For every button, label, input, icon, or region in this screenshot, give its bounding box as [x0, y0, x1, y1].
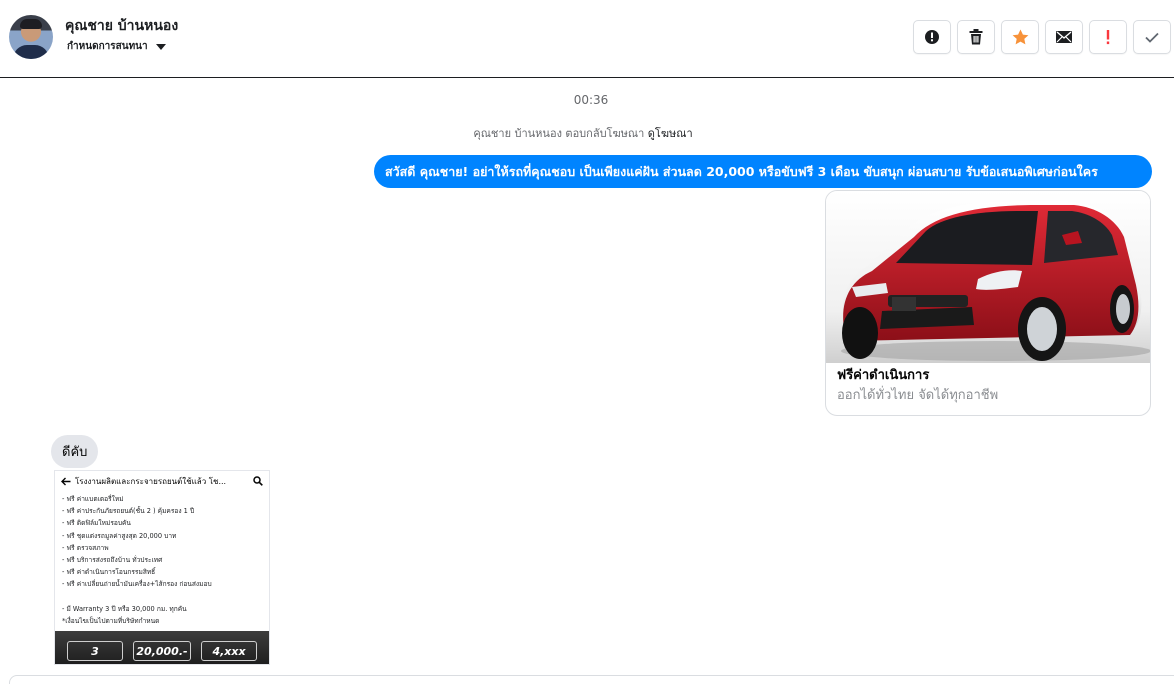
- incoming-message-bubble: ดีคับ: [51, 435, 99, 468]
- mark-done-button[interactable]: [1133, 20, 1171, 54]
- ad-title: ฟรีค่าดำเนินการ: [837, 368, 930, 383]
- search-icon: [253, 476, 263, 486]
- alert-circle-icon: [925, 30, 939, 44]
- promo-box-months: 3: [67, 641, 123, 661]
- red-car-illustration: [826, 191, 1150, 363]
- list-item: - ฟรี ชุดแต่งรถมูลค่าสูงสุด 20,000 บาท: [62, 531, 177, 540]
- list-item: - ฟรี ค่าเปลี่ยนถ่ายน้ำมันเครื่อง+ไส้กรอ…: [62, 580, 212, 589]
- view-ad-link[interactable]: ดูโฆษณา: [648, 127, 693, 140]
- list-item: - ฟรี ตรวจสภาพ: [62, 543, 109, 552]
- promo-box-discount-value: 20,000.-: [136, 644, 188, 658]
- ad-subtitle: ออกได้ทั่วไทย จัดได้ทุกอาชีพ: [837, 388, 999, 403]
- ad-card[interactable]: ฟรีค่าดำเนินการ ออกได้ทั่วไทย จัดได้ทุกอ…: [825, 190, 1151, 416]
- message-composer[interactable]: [9, 675, 1174, 684]
- star-icon: [1012, 29, 1028, 45]
- message-timestamp: 00:36: [573, 93, 609, 107]
- list-item: - ฟรี ค่าแบตเตอรี่ใหม่: [62, 495, 124, 503]
- screenshot-title: โรงงานผลิตและกระจายรถยนต์ใช้แล้ว โช...: [75, 476, 227, 486]
- mark-unread-button[interactable]: [1045, 20, 1083, 54]
- ad-car-image: [826, 191, 1150, 363]
- contact-name[interactable]: คุณชาย บ้านหนอง: [65, 15, 178, 37]
- conversation-header: คุณชาย บ้านหนอง กำหนดการสนทนา: [0, 0, 1174, 78]
- incoming-message-text: ดีคับ: [62, 445, 88, 460]
- list-item: - ฟรี บริการส่งรถถึงบ้าน ทั่วประเทศ: [62, 556, 163, 565]
- outgoing-message-text: สวัสดี คุณชาย! อย่าให้รถที่คุณชอบ เป็นเพ…: [385, 163, 1098, 179]
- screenshot-text-list: - ฟรี ค่าแบตเตอรี่ใหม่ - ฟรี ค่าประกันภั…: [62, 493, 262, 627]
- delete-button[interactable]: [957, 20, 995, 54]
- outgoing-message-bubble: สวัสดี คุณชาย! อย่าให้รถที่คุณชอบ เป็นเพ…: [374, 155, 1152, 188]
- follow-up-button[interactable]: [1089, 20, 1127, 54]
- ad-reply-text: คุณชาย บ้านหนอง ตอบกลับโฆษณา: [473, 127, 645, 140]
- list-item: *เงื่อนไขเป็นไปตามที่บริษัทกำหนด: [62, 617, 160, 626]
- exclamation-icon: [1106, 30, 1110, 45]
- inbox-conversation: คุณชาย บ้านหนอง กำหนดการสนทนา 00:36 คุณช…: [0, 0, 1174, 684]
- list-item: - ฟรี ติดฟิล์มใหม่รอบคัน: [62, 519, 131, 528]
- promo-box-installment-value: 4,xxx: [212, 644, 246, 658]
- label-selector-text: กำหนดการสนทนา: [67, 41, 148, 52]
- promo-box-installment: 4,xxx: [201, 641, 257, 661]
- list-item: - ฟรี ค่าดำเนินการโอนกรรมสิทธิ์: [62, 568, 156, 577]
- arrow-left-icon: [61, 477, 71, 485]
- check-icon: [1145, 32, 1159, 43]
- mark-spam-button[interactable]: [913, 20, 951, 54]
- label-selector[interactable]: กำหนดการสนทนา: [67, 39, 166, 54]
- list-item: [62, 591, 262, 603]
- list-item: - ฟรี ค่าประกันภัยรถยนต์(ชั้น 2 ) คุ้มคร…: [62, 507, 195, 516]
- avatar[interactable]: [9, 15, 53, 59]
- promo-banner: 3 20,000.- 4,xxx: [55, 631, 269, 664]
- mail-icon: [1056, 31, 1072, 43]
- caret-down-icon: [155, 43, 166, 50]
- incoming-image-attachment[interactable]: โรงงานผลิตและกระจายรถยนต์ใช้แล้ว โช... -…: [54, 470, 270, 665]
- header-toolbar: [913, 20, 1171, 54]
- trash-icon: [969, 29, 983, 45]
- ad-reply-note: คุณชาย บ้านหนอง ตอบกลับโฆษณา ดูโฆษณา: [0, 124, 1166, 142]
- promo-box-months-value: 3: [91, 644, 99, 658]
- star-button[interactable]: [1001, 20, 1039, 54]
- screenshot-top-bar: โรงงานผลิตและกระจายรถยนต์ใช้แล้ว โช...: [55, 471, 269, 491]
- promo-box-discount: 20,000.-: [133, 641, 191, 661]
- list-item: - มี Warranty 3 ปี หรือ 30,000 กม. ทุกคั…: [62, 604, 187, 613]
